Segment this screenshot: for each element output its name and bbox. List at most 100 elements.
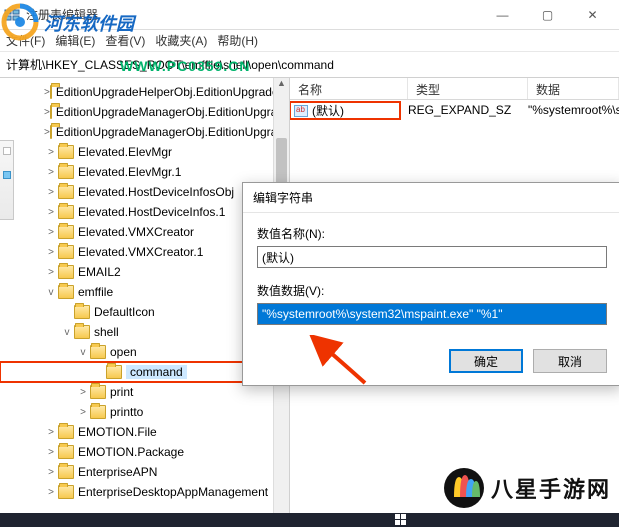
string-value-icon: [294, 105, 308, 117]
tree-item-label: EMOTION.Package: [78, 445, 184, 459]
tree-item[interactable]: > EditionUpgradeManagerObj.EditionUpgrade…: [0, 102, 289, 122]
folder-icon: [58, 285, 74, 299]
expand-icon[interactable]: >: [44, 427, 58, 438]
address-bar[interactable]: 计算机\HKEY_CLASSES_ROOT\emffile\shell\open…: [0, 52, 619, 78]
folder-icon: [58, 185, 74, 199]
expand-icon[interactable]: >: [44, 127, 50, 138]
tree-item-label: Elevated.ElevMgr.1: [78, 165, 181, 179]
tree-item-label: Elevated.HostDeviceInfos.1: [78, 205, 225, 219]
cropped-toolbar: [0, 140, 14, 220]
tree-item-label: print: [110, 385, 133, 399]
tree-item-label: Elevated.VMXCreator: [78, 225, 194, 239]
edit-string-dialog: 编辑字符串 数值名称(N): 数值数据(V): 确定 取消: [242, 182, 619, 386]
titlebar: 注册表编辑器 — ▢ ✕: [0, 0, 619, 30]
menu-favorites[interactable]: 收藏夹(A): [155, 32, 207, 49]
tree-item-label: command: [126, 365, 187, 379]
folder-icon: [74, 305, 90, 319]
menu-help[interactable]: 帮助(H): [217, 32, 258, 49]
tree-item-label: EditionUpgradeHelperObj.EditionUpgradeHe…: [56, 85, 289, 99]
folder-icon: [58, 205, 74, 219]
menu-view[interactable]: 查看(V): [105, 32, 145, 49]
regedit-icon: [4, 7, 20, 23]
tree-item-label: emffile: [78, 285, 113, 299]
folder-icon: [58, 265, 74, 279]
expand-icon[interactable]: >: [44, 487, 58, 498]
windows-start-icon[interactable]: [392, 513, 410, 527]
expand-icon[interactable]: >: [76, 387, 90, 398]
tree-item[interactable]: > EnterpriseAPN: [0, 462, 289, 482]
tree-item[interactable]: > Elevated.ElevMgr.1: [0, 162, 289, 182]
expand-icon[interactable]: v: [44, 287, 58, 298]
window-title: 注册表编辑器: [26, 6, 480, 23]
menu-edit[interactable]: 编辑(E): [55, 32, 95, 49]
expand-icon[interactable]: >: [44, 227, 58, 238]
scroll-up-icon[interactable]: ▲: [274, 78, 289, 94]
folder-icon: [58, 465, 74, 479]
tree-item[interactable]: > EditionUpgradeHelperObj.EditionUpgradeH…: [0, 82, 289, 102]
folder-icon: [90, 385, 106, 399]
folder-icon: [58, 225, 74, 239]
expand-icon[interactable]: >: [44, 167, 58, 178]
tree-item-label: shell: [94, 325, 119, 339]
tree-item[interactable]: > Elevated.ElevMgr: [0, 142, 289, 162]
folder-icon: [50, 125, 52, 139]
value-data: "%systemroot%\system32\mspaint.exe" "%1": [520, 103, 619, 117]
folder-icon: [58, 485, 74, 499]
value-data-label: 数值数据(V):: [257, 282, 607, 299]
tree-item-label: EMAIL2: [78, 265, 121, 279]
expand-icon[interactable]: >: [44, 187, 58, 198]
col-name[interactable]: 名称: [290, 78, 408, 99]
expand-icon[interactable]: >: [44, 447, 58, 458]
folder-icon: [58, 425, 74, 439]
ok-button[interactable]: 确定: [449, 349, 523, 373]
tree-item-label: Elevated.ElevMgr: [78, 145, 172, 159]
value-name-field[interactable]: [257, 246, 607, 268]
col-type[interactable]: 类型: [408, 78, 528, 99]
values-header: 名称 类型 数据: [290, 78, 619, 100]
expand-icon[interactable]: v: [76, 347, 90, 358]
cancel-button[interactable]: 取消: [533, 349, 607, 373]
tree-item-label: DefaultIcon: [94, 305, 155, 319]
col-data[interactable]: 数据: [528, 78, 619, 99]
tree-item[interactable]: > EditionUpgradeManagerObj.EditionUpgrade…: [0, 122, 289, 142]
folder-icon: [58, 165, 74, 179]
value-name-cell[interactable]: (默认): [290, 102, 400, 119]
expand-icon[interactable]: >: [44, 207, 58, 218]
tree-item[interactable]: > EMOTION.File: [0, 422, 289, 442]
value-name-label: 数值名称(N):: [257, 225, 607, 242]
menubar: 文件(F) 编辑(E) 查看(V) 收藏夹(A) 帮助(H): [0, 30, 619, 52]
expand-icon[interactable]: >: [44, 247, 58, 258]
tree-item-label: EditionUpgradeManagerObj.EditionUpgradeM…: [56, 125, 289, 139]
tree-item[interactable]: >printto: [0, 402, 289, 422]
expand-icon[interactable]: >: [44, 467, 58, 478]
tree-item-label: EMOTION.File: [78, 425, 157, 439]
value-type: REG_EXPAND_SZ: [400, 103, 520, 117]
minimize-button[interactable]: —: [480, 0, 525, 30]
expand-icon[interactable]: >: [44, 267, 58, 278]
expand-icon[interactable]: >: [44, 87, 50, 98]
value-data-field[interactable]: [257, 303, 607, 325]
tree-item[interactable]: > EMOTION.Package: [0, 442, 289, 462]
tree-item-label: Elevated.HostDeviceInfosObj: [78, 185, 234, 199]
expand-icon[interactable]: >: [44, 107, 50, 118]
tree-item-label: EditionUpgradeManagerObj.EditionUpgradeM…: [56, 105, 289, 119]
value-name: (默认): [312, 104, 344, 118]
value-row[interactable]: (默认) REG_EXPAND_SZ "%systemroot%\system3…: [290, 100, 619, 120]
folder-icon: [58, 245, 74, 259]
menu-file[interactable]: 文件(F): [6, 32, 45, 49]
folder-icon: [50, 105, 52, 119]
tree-item-label: EnterpriseAPN: [78, 465, 157, 479]
folder-icon: [90, 345, 106, 359]
maximize-button[interactable]: ▢: [525, 0, 570, 30]
folder-icon: [58, 145, 74, 159]
address-path[interactable]: 计算机\HKEY_CLASSES_ROOT\emffile\shell\open…: [6, 56, 613, 73]
expand-icon[interactable]: >: [44, 147, 58, 158]
taskbar: [0, 513, 619, 527]
folder-icon: [74, 325, 90, 339]
dialog-title: 编辑字符串: [243, 183, 619, 213]
tree-item[interactable]: >EnterpriseDesktopAppManagement: [0, 482, 289, 502]
folder-icon: [58, 445, 74, 459]
expand-icon[interactable]: v: [60, 327, 74, 338]
close-button[interactable]: ✕: [570, 0, 615, 30]
expand-icon[interactable]: >: [76, 407, 90, 418]
